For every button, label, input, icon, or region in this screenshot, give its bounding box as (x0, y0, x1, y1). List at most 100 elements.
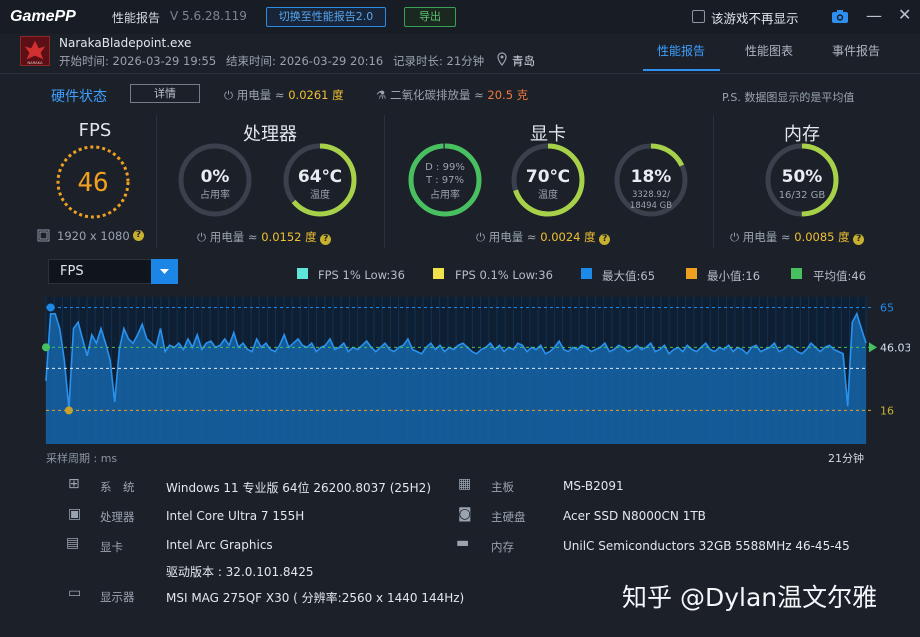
max-value-label: 65 (880, 302, 894, 315)
cpu-power-value: 0.0152 度 (261, 230, 317, 244)
fps-gauge: 46 (56, 145, 130, 219)
cpu-power: ⏻ 用电量 ≈ 0.0152 度 ? (197, 229, 332, 245)
avg-marker (42, 343, 50, 352)
avg-value-label: 46.03 (880, 341, 910, 354)
min-marker (64, 406, 73, 415)
memory-usage-detail: 16/32 GB (779, 190, 826, 201)
motherboard-label: 主板 (491, 480, 514, 494)
monitor-value: MSI MAG 275QF X30 ( 分辨率:2560 x 1440 144H… (166, 591, 465, 605)
total-power: ⏻ 用电量 ≈ 0.0261 度 (224, 87, 344, 103)
co2-bottle-icon: ⚗ (376, 88, 387, 102)
gpu-d-usage: D : 99% (425, 162, 465, 173)
gpu-usage-label: 占用率 (430, 188, 460, 201)
active-tab-indicator (643, 69, 720, 71)
ram-icon: ▬ (456, 535, 470, 551)
avg-arrow-icon (869, 342, 877, 353)
legend-swatch-01pct-low (433, 268, 444, 279)
cpu-value: Intel Core Ultra 7 155H (166, 509, 305, 523)
co2-prefix: 二氧化碳排放量 ≈ (389, 88, 488, 102)
tab-performance-chart[interactable]: 性能图表 (745, 42, 793, 59)
detail-button[interactable]: 详情 (130, 84, 200, 103)
divider (384, 115, 385, 248)
disk-label: 主硬盘 (491, 510, 526, 524)
help-icon[interactable]: ? (853, 234, 865, 245)
divider (156, 115, 157, 248)
export-button[interactable]: 导出 (404, 7, 456, 27)
gpu-power: ⏻ 用电量 ≈ 0.0024 度 ? (476, 229, 611, 245)
location-pin-icon (497, 52, 507, 66)
hardware-status-title: 硬件状态 (51, 89, 107, 105)
memory-power-value: 0.0085 度 (794, 230, 850, 244)
tab-event-report[interactable]: 事件报告 (832, 42, 880, 59)
power-icon: ⏻ (224, 88, 234, 102)
legend-swatch-max (581, 268, 592, 279)
co2-emission: ⚗ 二氧化碳排放量 ≈ 20.5 克 (376, 87, 528, 103)
max-marker (46, 303, 55, 312)
windows-icon: ⊞ (68, 476, 80, 492)
monitor-icon: ▭ (68, 585, 82, 601)
cpu-temp-gauge: 64℃ 温度 (283, 143, 357, 217)
total-power-value: 0.0261 度 (288, 88, 344, 102)
memory-power-prefix: 用电量 ≈ (742, 230, 795, 244)
gpu-temp-value: 70℃ (526, 167, 570, 187)
minimize-icon[interactable]: — (866, 6, 882, 25)
divider (713, 115, 714, 248)
help-icon[interactable]: ? (599, 234, 611, 245)
switch-report-button[interactable]: 切换至性能报告2.0 (266, 7, 386, 27)
version-label: V 5.6.28.119 (170, 9, 247, 23)
gpu-temp-label: 温度 (538, 188, 558, 201)
select-dropdown-button[interactable] (151, 259, 178, 284)
legend-min: 最小值:16 (707, 269, 761, 283)
co2-value: 20.5 克 (487, 88, 529, 102)
legend-swatch-min (686, 268, 697, 279)
game-name: NarakaBladepoint.exe (59, 36, 192, 50)
help-icon[interactable]: ? (133, 230, 144, 241)
chevron-down-icon (160, 269, 169, 274)
end-time: 结束时间: 2026-03-29 20:16 (226, 54, 384, 68)
gpu-t-usage: T : 97% (425, 175, 464, 186)
window-title: 性能报告 (112, 11, 161, 25)
legend-1pct-low: FPS 1% Low:36 (318, 268, 405, 282)
legend-01pct-low: FPS 0.1% Low:36 (455, 268, 553, 282)
no-show-label: 该游戏不再显示 (711, 11, 799, 26)
no-show-checkbox[interactable] (692, 10, 705, 23)
gpu-label: 显卡 (100, 540, 123, 554)
help-icon[interactable]: ? (320, 234, 332, 245)
disk-value: Acer SSD N8000CN 1TB (563, 509, 706, 523)
legend-avg: 平均值:46 (813, 269, 867, 283)
tab-performance-report[interactable]: 性能报告 (657, 42, 705, 59)
location: 青岛 (512, 54, 535, 68)
resolution-text: 1920 x 1080 (57, 229, 130, 243)
monitor-label: 显示器 (100, 590, 135, 604)
system-label: 系 统 (100, 480, 135, 494)
memory-usage-gauge: 50% 16/32 GB (765, 143, 839, 217)
start-time: 开始时间: 2026-03-29 19:55 (59, 54, 217, 68)
legend-max: 最大值:65 (602, 269, 656, 283)
gpu-power-value: 0.0024 度 (540, 230, 596, 244)
gamepp-logo: GamePP (10, 8, 76, 25)
metric-select-value: FPS (60, 264, 84, 279)
power-prefix: 用电量 ≈ (236, 88, 289, 102)
cpu-power-prefix: 用电量 ≈ (209, 230, 262, 244)
memory-power: ⏻ 用电量 ≈ 0.0085 度 ? (730, 229, 865, 245)
gpu-value: Intel Arc Graphics (166, 538, 273, 552)
x-axis-start-label: 采样周期 : ms (46, 452, 118, 465)
min-value-label: 16 (880, 404, 894, 417)
cpu-label: 处理器 (100, 510, 135, 524)
game-icon-text: NARAKA (27, 61, 43, 65)
gpu-driver: 驱动版本 : 32.0.101.8425 (166, 565, 314, 579)
cpu-temp-label: 温度 (310, 188, 330, 201)
average-note: P.S. 数据图显示的是平均值 (722, 91, 855, 104)
screenshot-camera-icon[interactable] (831, 9, 849, 24)
gpu-vram-value: 18% (631, 167, 672, 187)
power-icon: ⏻ (730, 230, 740, 244)
cpu-temp-value: 64℃ (298, 167, 342, 187)
close-icon[interactable]: ✕ (898, 5, 911, 24)
record-duration: 记录时长: 21分钟 (393, 54, 485, 68)
cpu-icon: ▣ (68, 506, 82, 522)
ram-value: UnilC Semiconductors 32GB 5588MHz 46-45-… (563, 539, 849, 553)
gpu-vram-detail-2: 18494 GB (630, 201, 672, 211)
gpu-usage-gauge: D : 99% T : 97% 占用率 (408, 143, 482, 217)
motherboard-icon: ▦ (458, 476, 472, 492)
gpu-power-prefix: 用电量 ≈ (488, 230, 541, 244)
